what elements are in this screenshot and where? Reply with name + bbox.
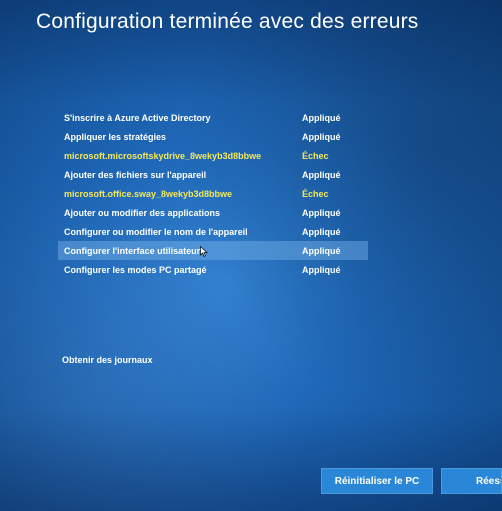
status-item-result: Appliqué [302, 169, 341, 180]
status-row-skydrive: microsoft.microsoftskydrive_8wekyb3d8bbw… [58, 146, 368, 165]
status-item-result: Appliqué [302, 226, 341, 237]
status-item-name: Appliquer les stratégies [64, 131, 167, 142]
page-title: Configuration terminée avec des erreurs [36, 10, 419, 33]
get-logs-link[interactable]: Obtenir des journaux [62, 355, 153, 365]
status-item-name: Configurer ou modifier le nom de l'appar… [64, 226, 248, 237]
status-item-name: microsoft.microsoftskydrive_8wekyb3d8bbw… [64, 150, 262, 161]
status-row-azure-ad: S'inscrire à Azure Active Directory Appl… [58, 108, 368, 127]
status-item-name: Configurer l'interface utilisateur [64, 245, 201, 256]
status-item-name: S'inscrire à Azure Active Directory [64, 112, 211, 123]
status-item-result: Échec [302, 150, 329, 161]
status-item-result: Appliqué [302, 264, 341, 275]
status-item-name: Configurer les modes PC partagé [64, 264, 207, 275]
status-item-name: Ajouter ou modifier des applications [64, 207, 221, 218]
status-row-shared-pc: Configurer les modes PC partagé Appliqué [58, 260, 368, 279]
status-row-add-files: Ajouter des fichiers sur l'appareil Appl… [58, 165, 368, 184]
status-item-name: microsoft.office.sway_8wekyb3d8bbwe [64, 188, 233, 199]
status-item-name: Ajouter des fichiers sur l'appareil [64, 169, 207, 180]
reset-pc-button[interactable]: Réinitialiser le PC [321, 468, 433, 494]
status-row-sway: microsoft.office.sway_8wekyb3d8bbwe Éche… [58, 184, 368, 203]
retry-button[interactable]: Réessa [441, 468, 502, 494]
status-row-ui-config[interactable]: Configurer l'interface utilisateur Appli… [58, 241, 368, 260]
status-item-result: Appliqué [302, 207, 341, 218]
status-list: S'inscrire à Azure Active Directory Appl… [58, 108, 368, 279]
status-row-device-name: Configurer ou modifier le nom de l'appar… [58, 222, 368, 241]
status-row-apps: Ajouter ou modifier des applications App… [58, 203, 368, 222]
status-row-policies: Appliquer les stratégies Appliqué [58, 127, 368, 146]
status-item-result: Échec [302, 188, 329, 199]
status-item-result: Appliqué [302, 112, 341, 123]
status-item-result: Appliqué [302, 131, 341, 142]
mouse-pointer-icon [200, 246, 208, 257]
status-item-result: Appliqué [302, 245, 341, 256]
